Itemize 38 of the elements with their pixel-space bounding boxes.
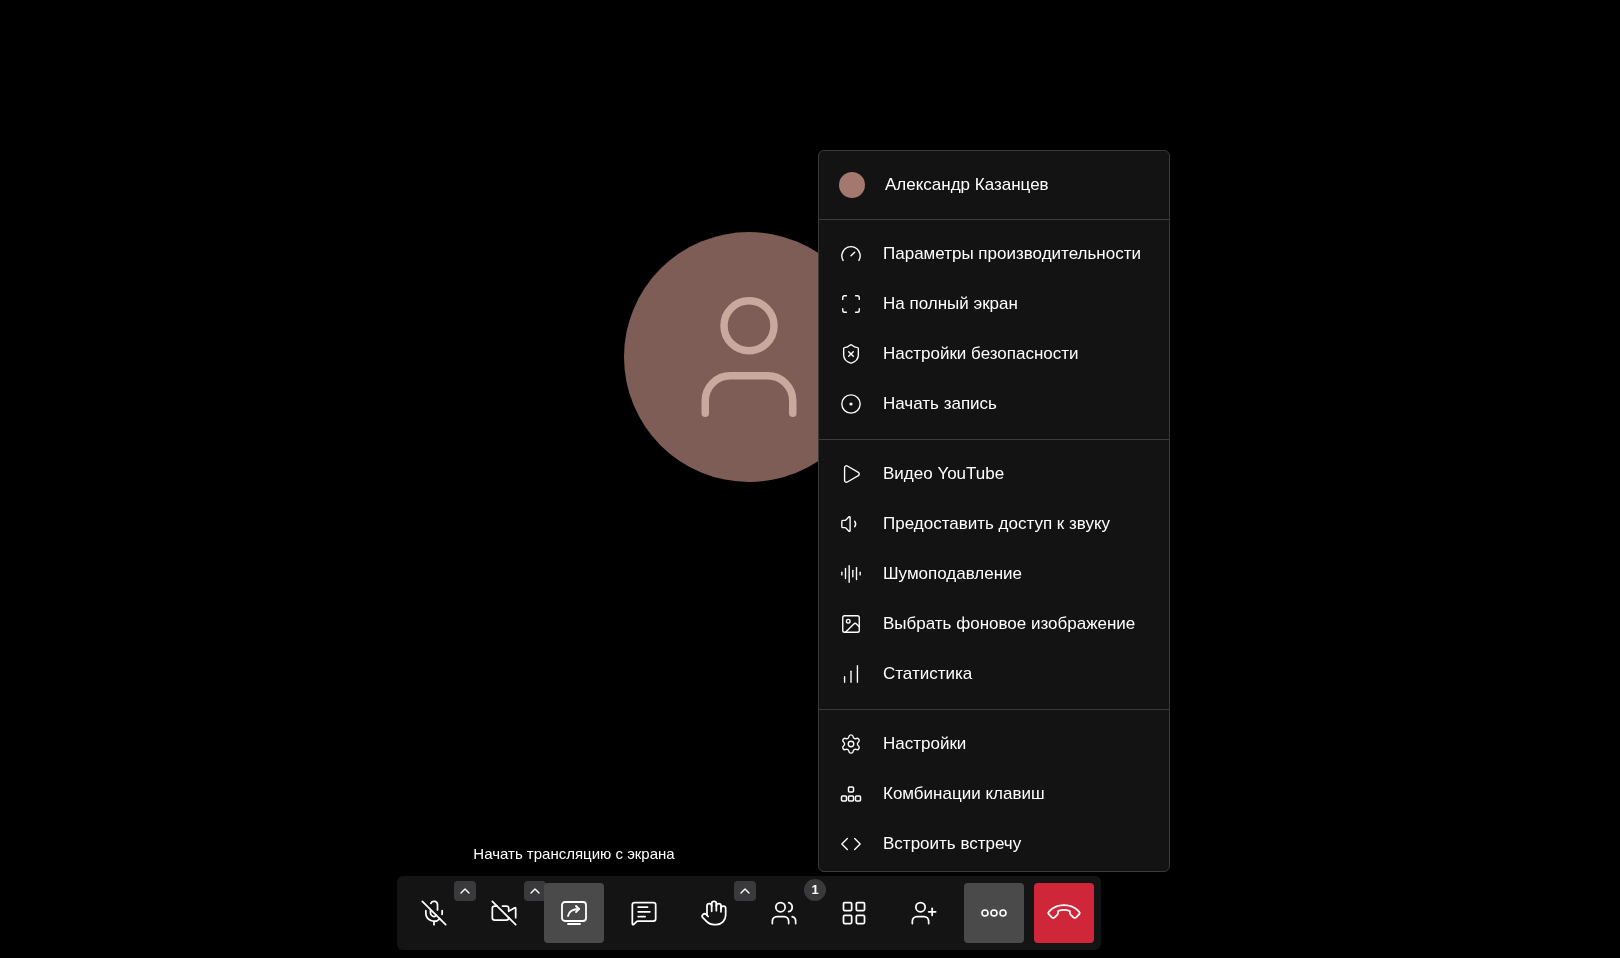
screen-share-icon [560, 900, 588, 926]
menu-item[interactable]: Видео YouTube [819, 449, 1169, 499]
menu-item[interactable]: Комбинации клавиш [819, 769, 1169, 819]
menu-toggle[interactable] [454, 881, 476, 901]
people-icon [770, 899, 798, 927]
chat-icon [630, 899, 658, 927]
menu-item[interactable]: Статистика [819, 649, 1169, 699]
fullscreen-icon [840, 293, 862, 315]
avatar [839, 172, 865, 198]
settings-icon [840, 733, 862, 755]
menu-item[interactable]: Параметры производительности [819, 229, 1169, 279]
menu-item[interactable]: Выбрать фоновое изображение [819, 599, 1169, 649]
sound-wave-icon [840, 563, 862, 585]
menu-toggle[interactable] [734, 881, 756, 901]
menu-toggle[interactable] [524, 881, 546, 901]
add-person-icon [910, 899, 938, 927]
menu-item[interactable]: Начать запись [819, 379, 1169, 429]
menu-item[interactable]: Встроить встречу [819, 819, 1169, 869]
hand-icon [700, 899, 728, 927]
shield-icon [840, 343, 862, 365]
share-button[interactable] [544, 883, 604, 943]
image-icon [840, 613, 862, 635]
menu-item[interactable]: На полный экран [819, 279, 1169, 329]
mic-off-icon [420, 899, 448, 927]
grid-icon [840, 899, 868, 927]
user-name: Александр Казанцев [885, 174, 1049, 197]
menu-item[interactable]: Предоставить доступ к звуку [819, 499, 1169, 549]
camera-off-icon [490, 899, 518, 927]
hangup-button[interactable] [1034, 883, 1094, 943]
shapes-icon [840, 783, 862, 805]
more-icon [981, 909, 1007, 917]
menu-item[interactable]: Настройки безопасности [819, 329, 1169, 379]
menu-item[interactable]: Шумоподавление [819, 549, 1169, 599]
more-button[interactable] [964, 883, 1024, 943]
tooltip-text: Начать трансляцию с экрана [473, 843, 675, 864]
count-badge: 1 [804, 879, 826, 901]
menu-item[interactable]: Настройки [819, 719, 1169, 769]
record-icon [840, 393, 862, 415]
